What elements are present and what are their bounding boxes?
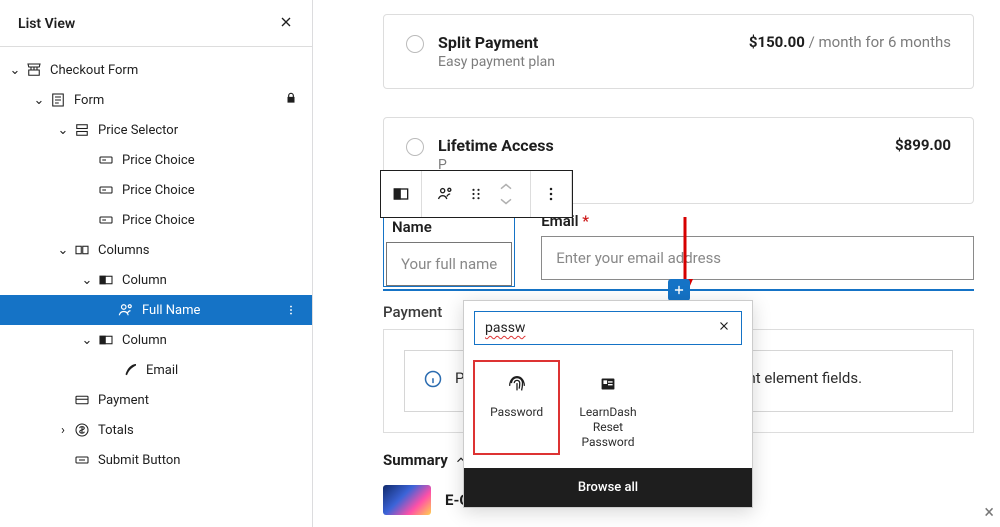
dollar-icon bbox=[72, 421, 92, 439]
price-choice-price: $899.00 bbox=[895, 136, 951, 154]
toolbar-options-button[interactable] bbox=[531, 171, 572, 217]
tree-item-form[interactable]: ⌄ Form bbox=[0, 85, 312, 115]
radio-icon[interactable] bbox=[406, 35, 424, 53]
badge-icon bbox=[567, 369, 648, 399]
columns-icon bbox=[72, 241, 92, 259]
fingerprint-icon bbox=[476, 369, 557, 399]
form-icon bbox=[48, 91, 68, 109]
email-block[interactable]: Email * Enter your email address bbox=[541, 212, 974, 287]
inserter-search-value: passw bbox=[485, 320, 717, 336]
tree-item-checkout-form[interactable]: ⌄ Checkout Form bbox=[0, 55, 312, 85]
browse-all-button[interactable]: Browse all bbox=[464, 468, 752, 507]
inserter-result-password[interactable]: Password bbox=[474, 361, 559, 454]
drag-handle-icon[interactable] bbox=[462, 180, 490, 208]
add-block-button[interactable] bbox=[668, 279, 690, 301]
course-thumbnail bbox=[383, 485, 431, 515]
info-icon bbox=[423, 369, 443, 393]
lock-icon bbox=[284, 91, 298, 109]
tree-item-price-choice[interactable]: Price Choice bbox=[0, 205, 312, 235]
name-input[interactable]: Your full name bbox=[386, 242, 512, 286]
block-tree: ⌄ Checkout Form ⌄ Form ⌄ Price Selector … bbox=[0, 47, 312, 527]
price-choice-title: Lifetime Access bbox=[438, 136, 554, 155]
chevron-down-icon[interactable]: ⌄ bbox=[54, 123, 72, 138]
tree-item-label: Columns bbox=[98, 243, 150, 258]
list-view-panel: List View ⌄ Checkout Form ⌄ Form ⌄ Price… bbox=[0, 0, 313, 527]
tree-item-label: Price Choice bbox=[122, 183, 195, 198]
tree-item-price-choice[interactable]: Price Choice bbox=[0, 175, 312, 205]
tree-item-label: Email bbox=[146, 363, 178, 378]
chevron-down-icon[interactable]: ⌄ bbox=[78, 273, 96, 288]
tree-item-label: Column bbox=[122, 273, 167, 288]
stack-icon bbox=[72, 121, 92, 139]
tree-item-price-selector[interactable]: ⌄ Price Selector bbox=[0, 115, 312, 145]
tree-item-label: Totals bbox=[98, 423, 134, 438]
column-icon bbox=[96, 271, 116, 289]
inserter-result-ld-reset[interactable]: LearnDash Reset Password bbox=[565, 361, 650, 454]
card-icon bbox=[96, 151, 116, 169]
tree-item-label: Form bbox=[74, 93, 104, 108]
tree-item-totals[interactable]: › Totals bbox=[0, 415, 312, 445]
dismiss-icon[interactable]: × bbox=[984, 502, 994, 523]
toolbar-parent-button[interactable] bbox=[432, 180, 460, 208]
tree-item-full-name[interactable]: Full Name bbox=[0, 295, 312, 325]
chevron-down-icon[interactable]: ⌄ bbox=[30, 93, 48, 108]
tree-item-label: Checkout Form bbox=[50, 63, 138, 78]
button-icon bbox=[72, 451, 92, 469]
tree-item-label: Payment bbox=[98, 393, 149, 408]
tree-item-label: Column bbox=[122, 333, 167, 348]
card-icon bbox=[96, 211, 116, 229]
inserter-result-label: Password bbox=[476, 405, 557, 420]
price-choice-split[interactable]: Split Payment Easy payment plan $150.00 … bbox=[383, 14, 974, 89]
credit-card-icon bbox=[72, 391, 92, 409]
chevron-down-icon[interactable]: ⌄ bbox=[54, 243, 72, 258]
tree-item-label: Price Selector bbox=[98, 123, 178, 138]
list-view-title: List View bbox=[18, 16, 75, 32]
more-icon[interactable] bbox=[284, 303, 298, 317]
chevron-down-icon[interactable]: ⌄ bbox=[78, 333, 96, 348]
price-choice-title: Split Payment bbox=[438, 33, 555, 52]
block-inserter-popover: passw Password LearnDash Reset Password … bbox=[463, 300, 753, 508]
tree-item-label: Price Choice bbox=[122, 153, 195, 168]
tree-item-submit-button[interactable]: Submit Button bbox=[0, 445, 312, 475]
column-icon bbox=[96, 331, 116, 349]
editor-canvas: Split Payment Easy payment plan $150.00 … bbox=[313, 0, 1000, 527]
tree-item-label: Price Choice bbox=[122, 213, 195, 228]
toolbar-block-type[interactable] bbox=[381, 171, 422, 217]
toolbar-move-button[interactable] bbox=[492, 180, 520, 208]
name-block-selected[interactable]: Name Your full name bbox=[383, 212, 515, 287]
email-input[interactable]: Enter your email address bbox=[541, 236, 974, 280]
person-icon bbox=[116, 301, 136, 319]
card-icon bbox=[96, 181, 116, 199]
tree-item-columns[interactable]: ⌄ Columns bbox=[0, 235, 312, 265]
price-choice-lifetime[interactable]: Lifetime Access P $899.00 bbox=[383, 117, 974, 204]
chevron-right-icon[interactable]: › bbox=[54, 423, 72, 438]
inserter-result-label: LearnDash Reset Password bbox=[567, 405, 648, 450]
tree-item-label: Submit Button bbox=[98, 453, 180, 468]
email-label: Email * bbox=[541, 212, 974, 230]
list-view-header: List View bbox=[0, 0, 312, 47]
tree-item-payment[interactable]: Payment bbox=[0, 385, 312, 415]
tree-item-price-choice[interactable]: Price Choice bbox=[0, 145, 312, 175]
tree-item-column[interactable]: ⌄ Column bbox=[0, 265, 312, 295]
close-icon[interactable] bbox=[278, 14, 294, 34]
tree-item-label: Full Name bbox=[142, 303, 200, 318]
tree-item-column[interactable]: ⌄ Column bbox=[0, 325, 312, 355]
feather-icon bbox=[120, 361, 140, 379]
name-label: Name bbox=[386, 215, 512, 236]
tree-item-email[interactable]: Email bbox=[0, 355, 312, 385]
radio-icon[interactable] bbox=[406, 138, 424, 156]
clear-search-icon[interactable] bbox=[717, 319, 731, 337]
price-choice-price: $150.00 / month for 6 months bbox=[749, 33, 951, 51]
price-choice-subtitle: Easy payment plan bbox=[438, 54, 555, 70]
chevron-down-icon[interactable]: ⌄ bbox=[6, 63, 24, 78]
store-icon bbox=[24, 61, 44, 79]
block-toolbar bbox=[380, 170, 573, 218]
inserter-search-input[interactable]: passw bbox=[474, 311, 742, 345]
block-insert-indicator bbox=[383, 289, 974, 291]
